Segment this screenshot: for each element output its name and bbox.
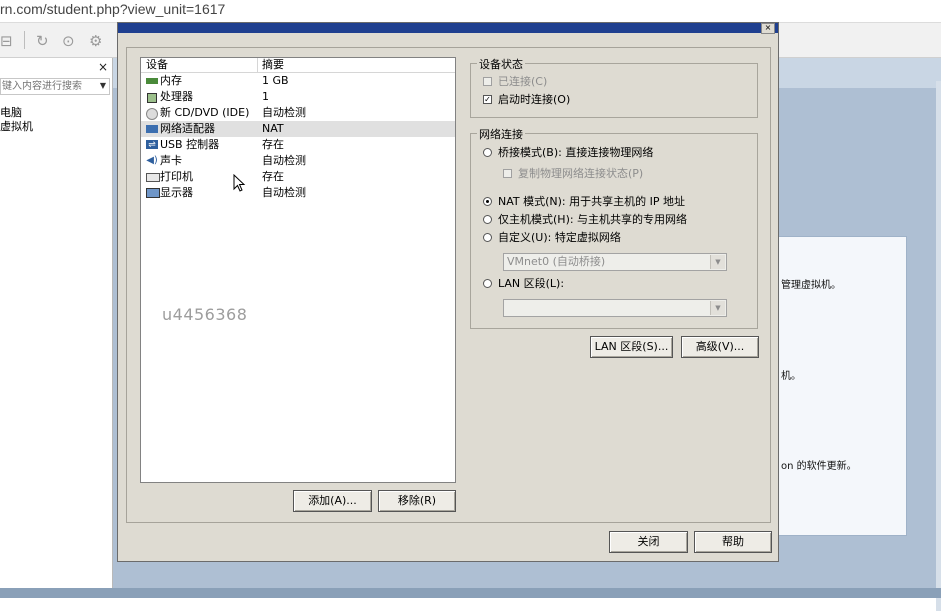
radio-label: NAT 模式(N): 用于共享主机的 IP 地址 [498,195,685,208]
radio-label: 桥接模式(B): 直接连接物理网络 [498,146,654,159]
sound-card-icon: ◀) [146,155,158,166]
radio-label: LAN 区段(L): [498,277,565,290]
processor-icon [147,93,157,103]
help-button[interactable]: 帮助 [694,531,772,553]
home-text: 机。 [781,371,801,382]
display-icon [146,188,160,198]
device-row-printer[interactable]: 打印机 存在 [141,169,455,185]
device-row-display[interactable]: 显示器 自动检测 [141,185,455,201]
cd-dvd-icon [146,108,158,120]
device-summary: NAT [262,122,284,135]
library-search-input[interactable] [1,79,92,94]
lan-segments-button[interactable]: LAN 区段(S)... [590,336,673,358]
dialog-title-bar[interactable] [118,23,778,33]
sidebar-close-icon[interactable]: × [98,60,108,74]
close-icon[interactable]: × [761,23,775,34]
radio-button[interactable] [483,148,492,157]
usb-icon: ⇌ [146,140,158,150]
device-name: 新 CD/DVD (IDE) [160,106,250,119]
tree-item-my-computer[interactable]: 电脑 [0,106,33,120]
checkmark-icon[interactable]: ✓ [483,95,492,104]
tree-item-vm[interactable]: 虚拟机 [0,120,33,134]
chevron-down-icon[interactable]: ▼ [710,255,725,269]
chevron-down-icon[interactable]: ▼ [100,81,106,90]
device-row-usb-controller[interactable]: ⇌ USB 控制器 存在 [141,137,455,153]
device-row-memory[interactable]: 内存 1 GB [141,73,455,89]
device-name: USB 控制器 [160,138,220,151]
checkbox-label: 启动时连接(O) [498,93,571,106]
device-row-sound-card[interactable]: ◀) 声卡 自动检测 [141,153,455,169]
device-summary: 存在 [262,170,284,183]
library-tree: 电脑 虚拟机 [0,106,33,134]
remove-device-button[interactable]: 移除(R) [378,490,456,512]
radio-button[interactable] [483,197,492,206]
radio-button[interactable] [483,215,492,224]
radio-button[interactable] [483,279,492,288]
device-summary: 存在 [262,138,284,151]
device-row-cd-dvd[interactable]: 新 CD/DVD (IDE) 自动检测 [141,105,455,121]
revert-snapshot-icon[interactable]: ⊙ [62,32,75,50]
device-status-group: 设备状态 已连接(C) ✓ 启动时连接(O) [470,56,758,118]
advanced-button[interactable]: 高级(V)... [681,336,759,358]
snapshot-icon[interactable]: ↻ [36,32,49,50]
network-adapter-icon [146,125,158,133]
device-name: 显示器 [160,186,193,199]
lan-segment-select[interactable]: ▼ [503,299,727,317]
vm-settings-dialog: × 设备 摘要 内存 1 GB 处理器 1 新 CD/DVD (IDE) 自动检… [117,22,779,562]
close-button[interactable]: 关闭 [609,531,688,553]
manage-snapshots-icon[interactable]: ⚙ [89,32,102,50]
column-header-device[interactable]: 设备 [146,58,168,72]
radio-button[interactable] [483,233,492,242]
device-summary: 自动检测 [262,186,306,199]
checkbox-label: 已连接(C) [498,75,548,88]
snapshot-manager-icon[interactable]: ⊟ [0,32,13,50]
device-list[interactable]: 设备 摘要 内存 1 GB 处理器 1 新 CD/DVD (IDE) 自动检测 … [140,57,456,483]
custom-network-select[interactable]: VMnet0 (自动桥接) ▼ [503,253,727,271]
url-text[interactable]: rn.com/student.php?view_unit=1617 [0,1,225,17]
device-name: 打印机 [160,170,193,183]
memory-icon [146,78,158,84]
status-bar [0,588,941,598]
select-value: VMnet0 (自动桥接) [507,255,606,268]
watermark: u4456368 [162,305,248,324]
device-name: 内存 [160,74,182,87]
checkbox-box[interactable] [503,169,512,178]
device-list-header: 设备 摘要 [141,58,455,73]
device-summary: 自动检测 [262,106,306,119]
device-summary: 1 [262,90,269,103]
radio-label: 仅主机模式(H): 与主机共享的专用网络 [498,213,688,226]
device-name: 处理器 [160,90,193,103]
chevron-down-icon[interactable]: ▼ [710,301,725,315]
toolbar-separator [24,31,25,49]
network-connection-group: 网络连接 桥接模式(B): 直接连接物理网络 复制物理网络连接状态(P) NAT… [470,126,758,329]
checkbox-box[interactable] [483,77,492,86]
device-summary: 自动检测 [262,154,306,167]
column-divider[interactable] [257,58,258,72]
add-device-button[interactable]: 添加(A)... [293,490,372,512]
network-connection-title: 网络连接 [477,126,525,142]
column-header-summary[interactable]: 摘要 [262,58,284,72]
device-status-title: 设备状态 [477,56,525,72]
browser-address-bar[interactable]: rn.com/student.php?view_unit=1617 [0,0,941,23]
home-text: on 的软件更新。 [781,461,857,472]
library-search-box[interactable]: ▼ [0,78,110,95]
device-summary: 1 GB [262,74,289,87]
device-name: 声卡 [160,154,182,167]
checkbox-label: 复制物理网络连接状态(P) [518,167,644,180]
device-row-network-adapter[interactable]: 网络适配器 NAT [141,121,455,137]
device-name: 网络适配器 [160,122,215,135]
scrollbar[interactable] [936,81,941,611]
radio-label: 自定义(U): 特定虚拟网络 [498,231,621,244]
mouse-cursor-icon [233,174,246,192]
home-text: 管理虚拟机。 [781,280,841,291]
device-row-processor[interactable]: 处理器 1 [141,89,455,105]
printer-icon [146,173,160,182]
library-sidebar: × ▼ 电脑 虚拟机 [0,58,113,598]
